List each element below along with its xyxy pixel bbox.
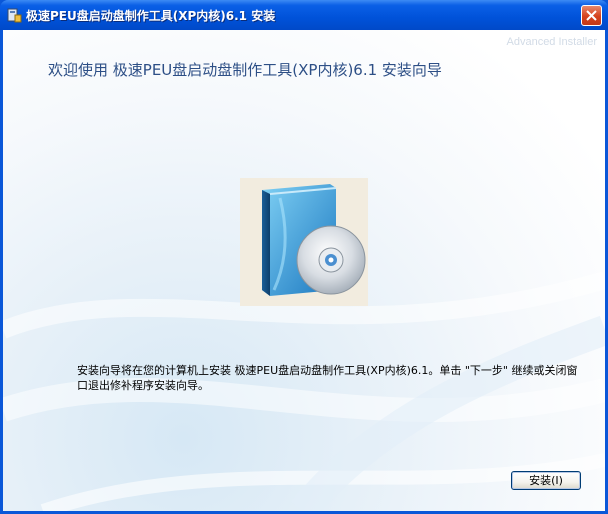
window-title: 极速PEU盘启动盘制作工具(XP内核)6.1 安装 xyxy=(26,9,276,23)
title-bar[interactable]: 极速PEU盘启动盘制作工具(XP内核)6.1 安装 xyxy=(0,0,608,30)
brand-watermark: Advanced Installer xyxy=(506,36,598,48)
welcome-heading: 欢迎使用 极速PEU盘启动盘制作工具(XP内核)6.1 安装向导 xyxy=(48,61,442,79)
close-icon xyxy=(586,10,597,21)
install-button[interactable]: 安装(I) xyxy=(511,471,581,490)
installer-window: 极速PEU盘启动盘制作工具(XP内核)6.1 安装 Advanced Insta… xyxy=(0,0,608,514)
installer-icon xyxy=(7,8,22,23)
close-button[interactable] xyxy=(581,5,602,26)
software-box-image xyxy=(240,178,368,306)
client-area: Advanced Installer 欢迎使用 极速PEU盘启动盘制作工具(XP… xyxy=(3,30,605,511)
wizard-description: 安装向导将在您的计算机上安装 极速PEU盘启动盘制作工具(XP内核)6.1。单击… xyxy=(77,364,578,392)
